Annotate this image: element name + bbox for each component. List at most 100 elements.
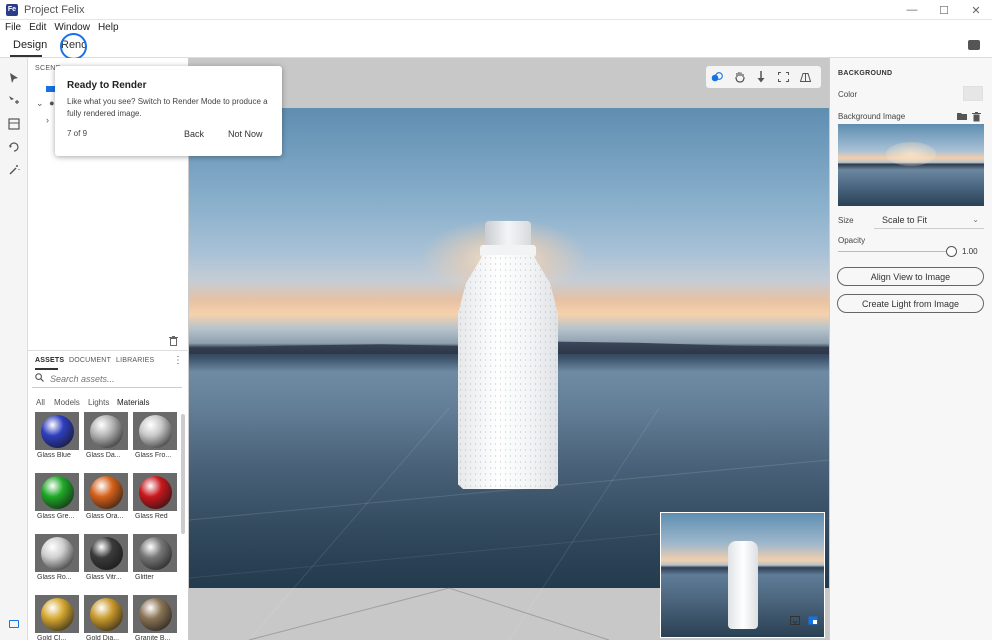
material-label: Gold Cl... [37, 635, 67, 640]
move-icon[interactable] [6, 93, 22, 109]
menu-edit[interactable]: Edit [29, 22, 46, 33]
trash-icon[interactable] [972, 112, 981, 124]
render-tab-highlight [60, 33, 87, 60]
material-sphere [40, 414, 74, 448]
material-sphere [138, 475, 172, 509]
trash-icon[interactable] [169, 336, 178, 349]
menu-file[interactable]: File [5, 22, 21, 33]
material-sphere [40, 475, 74, 509]
panel-toggle-icon[interactable] [9, 620, 19, 628]
dolly-arrow-icon[interactable] [750, 66, 772, 88]
material-tile[interactable]: Gold Cl... [35, 595, 79, 640]
preview-expand-icon[interactable] [807, 615, 819, 625]
frame-icon[interactable] [6, 116, 22, 132]
orbit-icon[interactable] [706, 66, 728, 88]
left-toolbar [0, 58, 28, 640]
select-arrow-icon[interactable] [6, 70, 22, 86]
material-swatch [35, 595, 79, 633]
material-tile[interactable]: Glass Blue [35, 412, 79, 468]
chevron-right-icon[interactable]: › [46, 115, 49, 125]
filter-materials[interactable]: Materials [117, 398, 149, 407]
material-swatch [84, 595, 128, 633]
filter-models[interactable]: Models [54, 398, 80, 407]
magic-wand-icon[interactable] [6, 162, 22, 178]
asset-tabs: ASSETS DOCUMENT LIBRARIES ⋮ [28, 350, 189, 370]
tab-design[interactable]: Design [13, 39, 47, 51]
material-label: Glass Ora... [86, 513, 124, 520]
material-swatch [35, 534, 79, 572]
back-button[interactable]: Back [184, 129, 204, 139]
background-thumbnail[interactable] [838, 124, 984, 206]
material-swatch [84, 412, 128, 450]
material-label: Glass Da... [86, 452, 121, 459]
bottle-body [458, 255, 558, 489]
filter-all[interactable]: All [36, 398, 45, 407]
scene-item-environment[interactable]: ⌄ ● [36, 98, 55, 109]
background-image-label: Background Image [838, 112, 906, 121]
material-tile[interactable]: Glass Ro... [35, 534, 79, 590]
material-label: Glass Gre... [37, 513, 75, 520]
material-label: Granite B... [135, 635, 171, 640]
folder-icon[interactable] [957, 112, 967, 122]
material-tile[interactable]: Glass Da... [84, 412, 128, 468]
window-title: Project Felix [24, 3, 85, 16]
scene-item-expand[interactable]: › [46, 115, 49, 125]
popup-body: Like what you see? Switch to Render Mode… [67, 97, 268, 118]
comment-icon[interactable] [968, 40, 980, 50]
material-tile[interactable]: Glass Red [133, 473, 177, 529]
material-label: Glitter [135, 574, 154, 581]
material-swatch [133, 473, 177, 511]
maximize-button[interactable]: ☐ [928, 0, 960, 20]
material-tile[interactable]: Glass Fro... [133, 412, 177, 468]
rotate-icon[interactable] [6, 139, 22, 155]
not-now-button[interactable]: Not Now [228, 129, 263, 139]
render-preview[interactable] [660, 512, 825, 638]
perspective-icon[interactable] [794, 66, 816, 88]
preview-save-icon[interactable] [789, 615, 801, 625]
color-swatch[interactable] [963, 86, 983, 101]
assets-scrollbar[interactable] [181, 414, 185, 534]
3d-viewport[interactable] [189, 58, 829, 640]
align-view-button[interactable]: Align View to Image [837, 267, 984, 286]
chevron-down-icon[interactable]: ⌄ [36, 98, 44, 108]
tab-assets[interactable]: ASSETS [35, 357, 64, 364]
size-select[interactable]: Scale to Fit ⌄ [874, 213, 984, 229]
preview-bottle [728, 541, 758, 629]
opacity-label: Opacity [838, 236, 866, 245]
bottle-cap [485, 221, 531, 247]
tab-libraries[interactable]: LIBRARIES [116, 357, 154, 364]
active-tab-indicator [10, 55, 42, 57]
material-tile[interactable]: Glass Vitr... [84, 534, 128, 590]
mode-bar: Design Render [0, 34, 992, 58]
material-sphere [89, 475, 123, 509]
pan-hand-icon[interactable] [728, 66, 750, 88]
material-tile[interactable]: Glitter [133, 534, 177, 590]
close-button[interactable]: ✕ [960, 0, 992, 20]
search-icon [35, 373, 44, 385]
tab-document[interactable]: DOCUMENT [69, 357, 111, 364]
filter-lights[interactable]: Lights [88, 398, 109, 407]
minimize-button[interactable]: — [896, 0, 928, 20]
material-label: Glass Fro... [135, 452, 172, 459]
more-options-icon[interactable]: ⋮ [173, 355, 183, 366]
material-label: Glass Ro... [37, 574, 72, 581]
material-swatch [133, 534, 177, 572]
material-tile[interactable]: Glass Gre... [35, 473, 79, 529]
bottle-model[interactable] [458, 221, 558, 489]
material-sphere [89, 597, 123, 631]
material-tile[interactable]: Granite B... [133, 595, 177, 640]
search-input[interactable] [50, 374, 170, 384]
frame-selection-icon[interactable] [772, 66, 794, 88]
material-tile[interactable]: Glass Ora... [84, 473, 128, 529]
material-tile[interactable]: Gold Dia... [84, 595, 128, 640]
menu-window[interactable]: Window [54, 22, 90, 33]
create-light-button[interactable]: Create Light from Image [837, 294, 984, 313]
properties-panel: BACKGROUND Color Background Image Size S… [829, 58, 992, 640]
menu-help[interactable]: Help [98, 22, 119, 33]
tour-popup: Ready to Render Like what you see? Switc… [55, 66, 282, 156]
material-swatch [133, 595, 177, 633]
app-logo-icon: Fe [6, 3, 18, 16]
opacity-value: 1.00 [962, 247, 978, 256]
opacity-slider-track[interactable] [838, 251, 948, 252]
opacity-slider-thumb[interactable] [946, 246, 957, 257]
